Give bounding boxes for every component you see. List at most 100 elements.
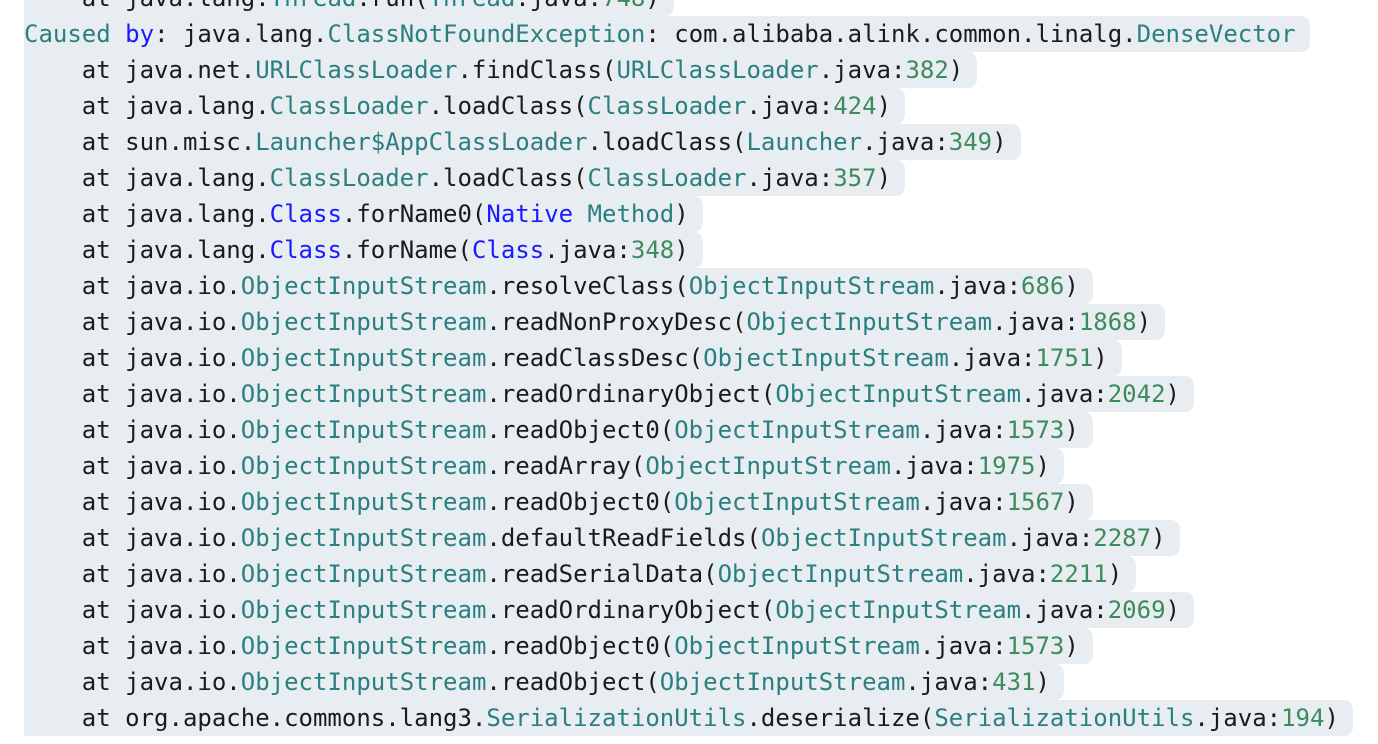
code-text: .defaultReadFields( — [486, 524, 761, 552]
code-text: .readClassDesc( — [486, 344, 704, 372]
line-number-token: 1975 — [977, 452, 1036, 480]
code-text: .java: — [862, 128, 949, 156]
class-name-token: ObjectInputStream — [240, 596, 487, 624]
line-highlight: at java.io.ObjectInputStream.readSerialD… — [24, 556, 1137, 592]
code-text: .findClass( — [457, 56, 617, 84]
line-number-token: 1751 — [1035, 344, 1094, 372]
line-number-token: 431 — [992, 668, 1036, 696]
class-name-token: ObjectInputStream — [760, 524, 1007, 552]
code-text: at java.lang. — [24, 236, 270, 264]
stack-frame-line: at java.io.ObjectInputStream.readArray(O… — [24, 448, 1353, 484]
code-text: .readOrdinaryObject( — [486, 380, 776, 408]
line-number-token: 1868 — [1078, 308, 1137, 336]
class-name-token: ObjectInputStream — [240, 416, 487, 444]
line-highlight: at org.apache.commons.lang3.Serializatio… — [24, 700, 1353, 736]
keyword-token: Native — [486, 200, 574, 228]
class-name-token: ClassLoader — [587, 92, 747, 120]
line-number-token: 194 — [1281, 704, 1325, 732]
class-name-token: URLClassLoader — [255, 56, 458, 84]
code-text: ) — [1136, 308, 1152, 336]
stack-frame-line: at java.io.ObjectInputStream.defaultRead… — [24, 520, 1353, 556]
code-text: ) — [1064, 416, 1079, 444]
stack-frame-line: at java.io.ObjectInputStream.readObject0… — [24, 412, 1353, 448]
line-highlight: Caused by: java.lang.ClassNotFoundExcept… — [24, 16, 1310, 52]
stack-frame-line: at java.io.ObjectInputStream.readNonProx… — [24, 304, 1353, 340]
line-highlight: at java.net.URLClassLoader.findClass(URL… — [24, 52, 978, 88]
code-text: .run( — [356, 0, 428, 12]
stack-frame-line: at java.io.ObjectInputStream.readObject0… — [24, 484, 1353, 520]
code-text: ) — [1064, 488, 1079, 516]
code-text: at java.lang. — [24, 200, 270, 228]
line-highlight: at java.io.ObjectInputStream.resolveClas… — [24, 268, 1093, 304]
keyword-token: Class — [471, 236, 545, 264]
code-text: .loadClass( — [428, 92, 588, 120]
code-text: .deserialize( — [746, 704, 935, 732]
line-highlight: at java.io.ObjectInputStream.readObject(… — [24, 664, 1064, 700]
code-text: .java: — [919, 416, 1007, 444]
class-name-token: Thread — [270, 0, 357, 12]
class-name-token: ClassNotFoundException — [327, 20, 646, 48]
code-text: .java: — [746, 164, 834, 192]
stack-frame-line: at java.lang.Class.forName0(Native Metho… — [24, 196, 1353, 232]
class-name-token: ObjectInputStream — [688, 272, 935, 300]
code-text: .loadClass( — [428, 164, 588, 192]
class-name-token: ObjectInputStream — [674, 416, 920, 444]
code-text: .readOrdinaryObject( — [486, 596, 776, 624]
code-text: at java.io. — [24, 596, 241, 624]
class-name-token: ObjectInputStream — [659, 668, 906, 696]
code-text: .readObject0( — [486, 416, 675, 444]
stack-frame-line: at java.io.ObjectInputStream.readClassDe… — [24, 340, 1353, 376]
line-highlight: at java.io.ObjectInputStream.readClassDe… — [24, 340, 1122, 376]
stack-frame-line: at org.apache.commons.lang3.Serializatio… — [24, 700, 1353, 736]
class-name-token: Method — [587, 200, 675, 228]
code-text: .java: — [515, 0, 602, 12]
line-number-token: 686 — [1021, 272, 1065, 300]
class-name-token: ObjectInputStream — [775, 596, 1022, 624]
code-text: at java.io. — [24, 452, 241, 480]
code-text: .java: — [948, 344, 1036, 372]
code-text: at java.io. — [24, 524, 241, 552]
code-text: ) — [992, 128, 1007, 156]
code-text: at java.io. — [24, 308, 241, 336]
code-text: ) — [1107, 560, 1123, 588]
class-name-token: ObjectInputStream — [703, 344, 949, 372]
code-text: .loadClass( — [587, 128, 747, 156]
line-number-token: 1567 — [1006, 488, 1065, 516]
code-text: ) — [876, 92, 892, 120]
code-text: at java.io. — [24, 560, 241, 588]
code-text: .java: — [919, 488, 1007, 516]
code-text: ) — [1035, 668, 1050, 696]
line-number-token: 357 — [833, 164, 877, 192]
code-text: .forName0( — [341, 200, 487, 228]
class-name-token: ObjectInputStream — [674, 632, 920, 660]
class-name-token: ObjectInputStream — [240, 344, 487, 372]
stack-frame-line: at java.lang.ClassLoader.loadClass(Class… — [24, 88, 1353, 124]
keyword-token: Class — [269, 200, 342, 228]
class-name-token: Launcher$AppClassLoader — [255, 128, 588, 156]
code-text: at sun.misc. — [24, 128, 256, 156]
line-number-token: 424 — [833, 92, 877, 120]
code-text: .readArray( — [486, 452, 646, 480]
class-name-token: ObjectInputStream — [240, 524, 487, 552]
code-text: at java.io. — [24, 416, 241, 444]
code-text: .java: — [890, 452, 978, 480]
line-highlight: at java.io.ObjectInputStream.readObject0… — [24, 412, 1093, 448]
code-text: .java: — [1021, 596, 1108, 624]
code-text: : java.lang. — [154, 20, 328, 48]
line-highlight: at java.io.ObjectInputStream.readObject0… — [24, 484, 1093, 520]
class-name-token: ObjectInputStream — [645, 452, 891, 480]
stack-frame-line: at java.io.ObjectInputStream.readObject0… — [24, 628, 1353, 664]
class-name-token: ObjectInputStream — [240, 560, 487, 588]
class-name-token: ObjectInputStream — [240, 272, 487, 300]
line-highlight: at java.lang.ClassLoader.loadClass(Class… — [24, 88, 906, 124]
caused-by-line: Caused by: java.lang.ClassNotFoundExcept… — [24, 16, 1353, 52]
code-text: at java.io. — [24, 632, 241, 660]
class-name-token: ObjectInputStream — [717, 560, 964, 588]
stack-frame-line: at java.io.ObjectInputStream.readSerialD… — [24, 556, 1353, 592]
code-text: at java.io. — [24, 380, 241, 408]
line-number-token: 2211 — [1049, 560, 1108, 588]
code-text: .java: — [746, 92, 834, 120]
line-number-token: 1573 — [1006, 632, 1065, 660]
code-text: .resolveClass( — [486, 272, 689, 300]
code-text: .java: — [919, 632, 1007, 660]
